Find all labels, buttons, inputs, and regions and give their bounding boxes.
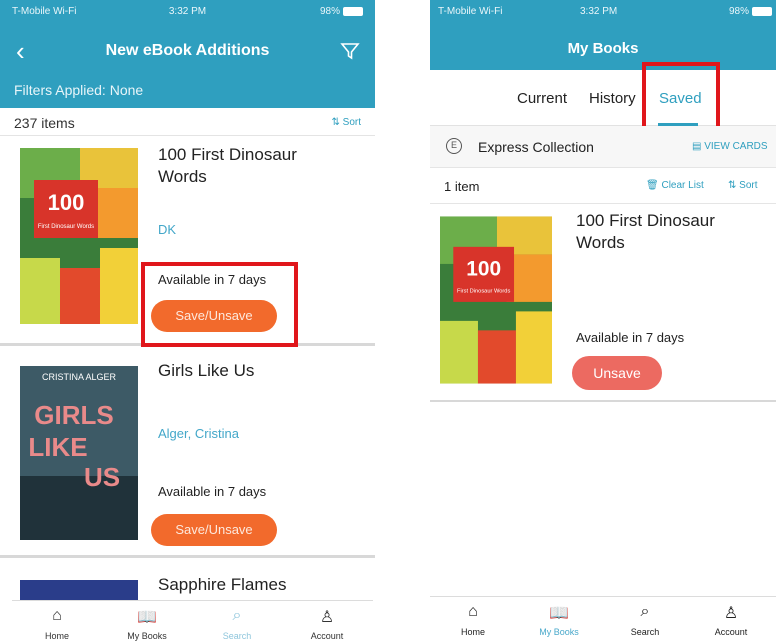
- sort-label: Sort: [342, 117, 361, 128]
- items-count-bar: 237 items ⇅ Sort: [0, 108, 375, 136]
- cover-word-3: US: [84, 462, 120, 492]
- clock-label: 3:32 PM: [168, 6, 207, 17]
- clear-list-button[interactable]: 🗑 Clear List: [646, 180, 704, 191]
- tab-current[interactable]: Current: [517, 90, 567, 107]
- tab-account[interactable]: ♙ Account: [688, 597, 774, 637]
- express-collection-bar[interactable]: E Express Collection ▤ VIEW CARDS: [430, 126, 776, 168]
- left-nav-bar: ‹ New eBook Additions: [0, 38, 375, 64]
- items-count-bar: 1 item 🗑 Clear List ⇅ Sort: [430, 168, 776, 204]
- book-cover-dinosaur: 100 First Dinosaur Words: [440, 216, 552, 384]
- left-app-header: T-Mobile Wi-Fi 3:32 PM 98% ‹ New eBook A…: [0, 0, 375, 108]
- battery-icon: [752, 6, 772, 16]
- filters-applied-label: Filters Applied: None: [14, 82, 144, 98]
- my-books-tabs: Current History Saved: [430, 70, 776, 126]
- book-icon: 📖: [549, 605, 569, 622]
- saved-book-item[interactable]: 100 First Dinosaur Words 100 First Dinos…: [430, 204, 776, 402]
- sort-arrows-icon: ⇅: [331, 117, 343, 128]
- carrier-label: T-Mobile Wi-Fi: [12, 6, 77, 17]
- filter-funnel-icon[interactable]: [339, 40, 361, 62]
- availability-label: Available in 7 days: [576, 330, 685, 345]
- book-title-line-1: 100 First Dinosaur: [158, 145, 297, 164]
- sort-arrows-icon: ⇅: [728, 180, 740, 191]
- cover-subtitle: First Dinosaur Words: [457, 288, 510, 294]
- book-cover-girls-like-us: CRISTINA ALGER GIRLS LIKE US: [20, 366, 138, 540]
- cards-icon: ▤: [692, 141, 705, 152]
- book-title[interactable]: Girls Like Us: [158, 360, 254, 382]
- book-list-item[interactable]: CRISTINA ALGER GIRLS LIKE US Girls Like …: [0, 346, 375, 558]
- items-count: 237 items: [14, 115, 75, 131]
- page-title: My Books: [567, 40, 639, 57]
- battery-label: 98%: [319, 6, 340, 17]
- book-title[interactable]: 100 First Dinosaur Words: [158, 144, 297, 188]
- sort-button[interactable]: ⇅ Sort: [728, 180, 758, 191]
- cover-number: 100: [466, 257, 501, 280]
- battery-icon: [343, 6, 363, 16]
- cover-word-2: LIKE: [28, 432, 87, 462]
- items-count: 1 item: [444, 179, 480, 194]
- battery-label: 98%: [728, 6, 749, 17]
- trash-icon: 🗑: [646, 180, 662, 191]
- home-icon: ⌂: [468, 603, 478, 620]
- book-cover-dinosaur: 100 First Dinosaur Words: [20, 148, 138, 324]
- right-status-bar: T-Mobile Wi-Fi 3:32 PM 98%: [430, 6, 776, 20]
- carrier-label: T-Mobile Wi-Fi: [438, 6, 503, 17]
- cover-number: 100: [48, 190, 85, 215]
- right-bottom-tab-bar: ⌂ Home 📖 My Books ⌕ Search ♙ Account: [430, 596, 776, 644]
- right-phone-screen: T-Mobile Wi-Fi 3:32 PM 98% My Books Curr…: [430, 0, 776, 644]
- unsave-button[interactable]: Unsave: [572, 356, 662, 390]
- express-collection-icon: E: [446, 138, 462, 154]
- clock-label: 3:32 PM: [580, 6, 618, 17]
- right-app-header: T-Mobile Wi-Fi 3:32 PM 98% My Books: [430, 0, 776, 70]
- tab-account[interactable]: ♙ Account: [282, 601, 372, 641]
- book-author-link[interactable]: DK: [158, 222, 176, 237]
- search-icon: ⌕: [640, 603, 650, 620]
- book-title-line-1: 100 First Dinosaur: [576, 211, 715, 230]
- tab-search[interactable]: ⌕ Search: [602, 597, 688, 637]
- express-collection-label: Express Collection: [478, 139, 594, 155]
- home-icon: ⌂: [52, 607, 62, 624]
- person-icon: ♙: [723, 605, 739, 622]
- cover-word-1: GIRLS: [34, 400, 113, 430]
- tab-my-books[interactable]: 📖 My Books: [516, 597, 602, 637]
- battery-indicator: 98%: [729, 6, 772, 17]
- book-title[interactable]: 100 First Dinosaur Words: [576, 210, 715, 254]
- cover-author: CRISTINA ALGER: [42, 372, 117, 382]
- cover-subtitle: First Dinosaur Words: [38, 224, 94, 230]
- highlight-box-save-unsave: [141, 262, 298, 347]
- tab-history[interactable]: History: [589, 90, 636, 107]
- book-title-line-2: Words: [158, 167, 207, 186]
- tab-search[interactable]: ⌕ Search: [192, 601, 282, 641]
- availability-label: Available in 7 days: [158, 484, 267, 499]
- page-title: New eBook Additions: [105, 42, 270, 59]
- sort-button[interactable]: ⇅ Sort: [331, 117, 361, 128]
- book-author-link[interactable]: Alger, Cristina: [158, 426, 239, 441]
- left-status-bar: T-Mobile Wi-Fi 3:32 PM 98%: [0, 6, 375, 20]
- save-unsave-button[interactable]: Save/Unsave: [151, 514, 277, 546]
- tab-home[interactable]: ⌂ Home: [12, 601, 102, 641]
- view-cards-button[interactable]: ▤ VIEW CARDS: [692, 141, 768, 152]
- book-icon: 📖: [137, 609, 157, 626]
- person-icon: ♙: [319, 609, 335, 626]
- book-title[interactable]: Sapphire Flames: [158, 574, 287, 596]
- left-phone-screen: T-Mobile Wi-Fi 3:32 PM 98% ‹ New eBook A…: [0, 0, 375, 644]
- battery-indicator: 98%: [320, 6, 363, 17]
- left-bottom-tab-bar: ⌂ Home 📖 My Books ⌕ Search ♙ Account: [12, 600, 373, 644]
- tab-home[interactable]: ⌂ Home: [430, 597, 516, 637]
- tab-my-books[interactable]: 📖 My Books: [102, 601, 192, 641]
- search-icon: ⌕: [232, 607, 242, 624]
- book-title-line-2: Words: [576, 233, 625, 252]
